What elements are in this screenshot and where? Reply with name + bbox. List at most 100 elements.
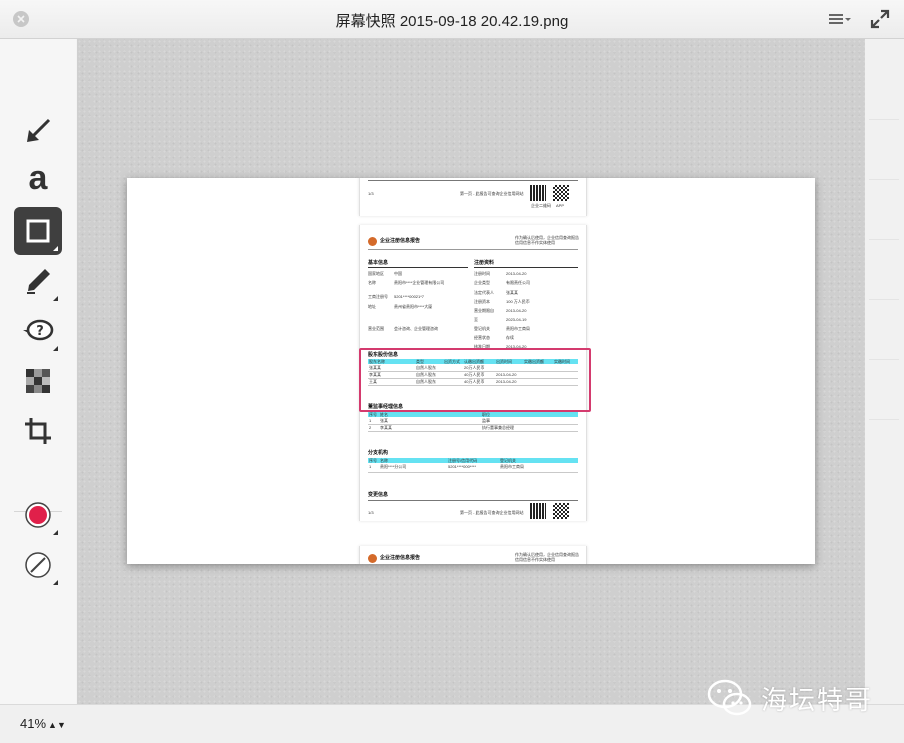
options-corner-icon	[53, 530, 58, 535]
basic-value: 会计咨询、企业管理咨询	[394, 326, 438, 331]
qr-code-icon	[553, 185, 569, 201]
options-corner-icon	[53, 246, 58, 251]
reg-key: 注册时间	[474, 271, 490, 276]
table-row-line	[368, 431, 578, 432]
section-rule	[368, 267, 468, 268]
line-width-tool[interactable]	[14, 541, 62, 589]
app-label: APP	[556, 203, 565, 208]
reg-key: 登记机关	[474, 326, 490, 331]
list-menu-icon	[829, 14, 851, 24]
rectangle-annotation[interactable]	[359, 348, 591, 412]
page-rule	[368, 180, 578, 181]
page-footer-title: 第一页 - 此报告可查询企业信用网站	[460, 510, 524, 515]
crop-icon	[25, 418, 51, 444]
table-header-row	[368, 412, 578, 417]
qr-label: 企业二维码	[531, 203, 551, 208]
table-cell: 1	[369, 418, 372, 423]
text-tool[interactable]: a	[14, 157, 62, 205]
preview-window: 屏幕快照 2015-09-18 20.42.19.png a ? 1/3 第一页…	[0, 0, 904, 743]
basic-key: 地址	[368, 304, 376, 309]
basic-value: 贵阳市****企业管理有限公司	[394, 280, 445, 285]
page-footer-title: 第一页 - 此报告可查询企业信用网站	[460, 191, 524, 196]
report-page-1: 1/3 第一页 - 此报告可查询企业信用网站 企业二维码 APP	[359, 178, 587, 216]
rectangle-icon	[26, 219, 50, 243]
table-col: 序号	[369, 458, 377, 463]
table-col: 注册号/信用代码	[448, 458, 478, 463]
bg-line	[869, 119, 899, 120]
table-cell: 监事	[482, 418, 490, 423]
table-col: 序号	[369, 412, 377, 417]
qr-code-icon	[530, 185, 546, 201]
reg-value: 张某某	[506, 290, 518, 295]
zoom-level-control[interactable]: 41% ▲▼	[20, 716, 66, 731]
pixelate-icon	[26, 369, 50, 393]
arrow-tool[interactable]	[14, 107, 62, 155]
page-rule	[368, 249, 578, 250]
window-title: 屏幕快照 2015-09-18 20.42.19.png	[335, 13, 569, 30]
annotation-toolbar: a ?	[0, 39, 76, 704]
table-cell: 张某	[380, 418, 388, 423]
brand-logo-icon	[368, 554, 377, 563]
color-circle-icon	[25, 502, 51, 528]
reg-value: 存续	[506, 335, 514, 340]
table-cell: 2	[369, 425, 372, 430]
basic-value: 中国	[394, 271, 402, 276]
share-menu-button[interactable]	[827, 10, 853, 28]
table-col: 职位	[482, 412, 490, 417]
reg-value: 2013-04-20	[506, 308, 527, 313]
title-bar: 屏幕快照 2015-09-18 20.42.19.png	[0, 0, 904, 39]
stepper-icon: ▲▼	[48, 720, 66, 730]
table-col: 登记机关	[500, 458, 516, 463]
section-rule	[474, 267, 578, 268]
rectangle-tool[interactable]	[14, 207, 62, 255]
branch-title: 分支机构	[368, 450, 389, 456]
options-corner-icon	[53, 296, 58, 301]
report-brand: 企业注册信息报告	[380, 238, 421, 244]
reg-value: 有限责任公司	[506, 280, 530, 285]
qr-code-icon	[553, 503, 569, 519]
question-mark: ?	[36, 324, 44, 339]
report-page-3: 企业注册信息报告 作为确认后使用，企业信用查询报告 信用信息不作实体使用	[359, 546, 587, 564]
bg-line	[869, 359, 899, 360]
basic-value: 5201****00021*7	[394, 294, 425, 299]
reg-key: 经营状态	[474, 335, 490, 340]
table-cell: 1	[369, 464, 372, 469]
right-background-strip	[865, 39, 904, 704]
callout-tool[interactable]: ?	[14, 307, 62, 355]
reg-info-title: 注册资料	[474, 260, 495, 266]
table-col: 名称	[380, 458, 388, 463]
basic-key: 名称	[368, 280, 376, 285]
color-tool[interactable]	[14, 491, 62, 539]
table-cell: 李某某	[380, 425, 392, 430]
text-icon: a	[28, 159, 48, 197]
table-col: 姓名	[380, 412, 388, 417]
reg-value: 100 万人民币	[506, 299, 530, 304]
bg-line	[869, 299, 899, 300]
reg-key: 法定代表人	[474, 290, 494, 295]
crop-tool[interactable]	[14, 407, 62, 455]
fullscreen-button[interactable]	[869, 8, 891, 30]
page-number: 1/3	[368, 191, 374, 196]
table-cell: 执行董事兼总经理	[482, 425, 514, 430]
brand-logo-icon	[368, 237, 377, 246]
basic-key: 营业范围	[368, 326, 384, 331]
arrow-icon	[27, 118, 51, 142]
pixelate-tool[interactable]	[14, 357, 62, 405]
bg-line	[869, 419, 899, 420]
report-header-note: 作为确认后使用，企业信用查询报告 信用信息不作实体使用	[515, 235, 579, 245]
zoom-value: 41%	[20, 716, 47, 731]
highlighter-tool[interactable]	[14, 257, 62, 305]
reg-value: 贵阳市工商局	[506, 326, 530, 331]
table-cell: 贵阳市工商局	[500, 464, 524, 469]
qr-code-icon	[530, 503, 546, 519]
table-cell: 5201****000****	[448, 464, 477, 469]
page-rule	[368, 500, 578, 501]
reg-value: 2023-04-19	[506, 317, 527, 322]
basic-key: 工商注册号	[368, 294, 388, 299]
table-cell: 贵阳****分公司	[380, 464, 407, 469]
table-row-line	[368, 424, 578, 425]
watermark: 海坛特哥	[707, 678, 873, 718]
document-image[interactable]: 1/3 第一页 - 此报告可查询企业信用网站 企业二维码 APP 企业注册信息报…	[127, 178, 815, 564]
reg-key: 营业期限自	[474, 308, 494, 313]
bg-line	[869, 179, 899, 180]
